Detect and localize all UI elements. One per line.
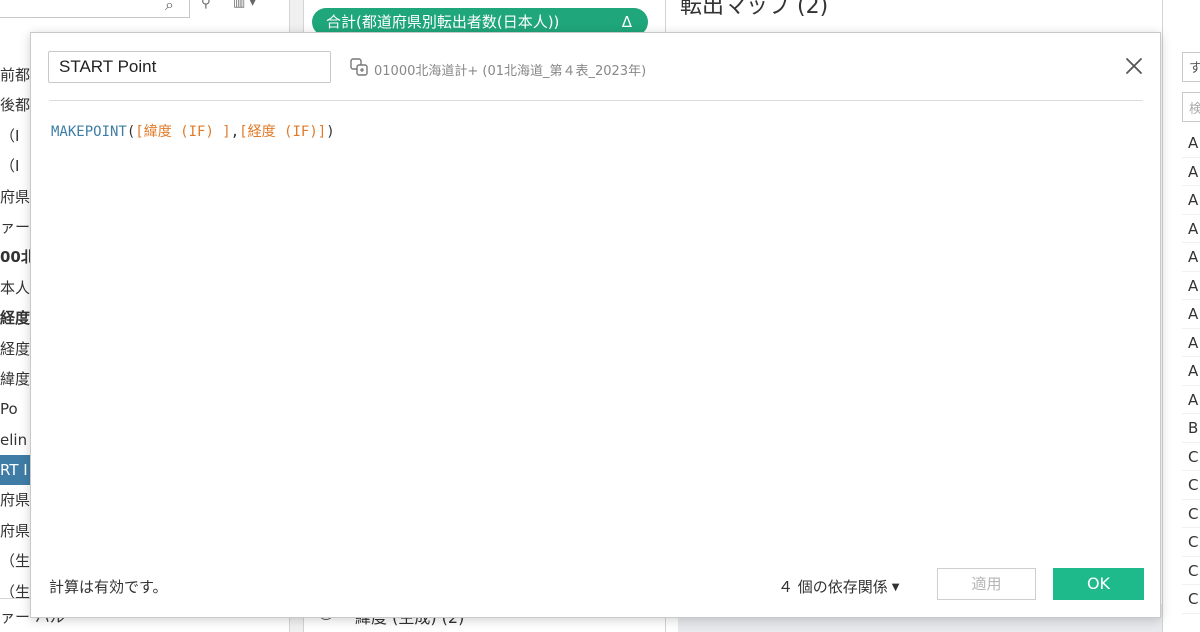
formula-field-latitude: [緯度 (IF) ] — [135, 124, 231, 140]
legend-item[interactable]: A — [1182, 329, 1200, 357]
formula-paren: ) — [326, 124, 335, 140]
legend-item[interactable]: A — [1182, 215, 1200, 243]
legend-item[interactable]: C — [1182, 528, 1200, 557]
data-pane-search-input[interactable] — [0, 0, 190, 18]
legend-search-input[interactable]: 検 — [1182, 92, 1200, 122]
legend-item[interactable]: C — [1182, 443, 1200, 471]
dependencies-dropdown[interactable]: ４ 個の依存関係 ▼ — [778, 576, 899, 597]
legend-item[interactable]: C — [1182, 471, 1200, 500]
measure-pill-label: 合計(都道府県別転出者数(日本人)) — [326, 13, 560, 31]
formula-function: MAKEPOINT — [51, 124, 127, 140]
datasource-icon — [350, 58, 368, 76]
datasource-label: 01000北海道計+ (01北海道_第４表_2023年) — [374, 64, 647, 79]
formula-editor[interactable]: MAKEPOINT([緯度 (IF) ],[経度 (IF)]) — [51, 121, 1141, 561]
formula-separator: , — [230, 124, 240, 140]
legend-item[interactable]: A — [1182, 300, 1200, 329]
legend-item[interactable]: A — [1182, 158, 1200, 186]
legend-item[interactable]: C — [1182, 585, 1200, 614]
legend-item[interactable]: A — [1182, 243, 1200, 272]
legend-item[interactable]: A — [1182, 357, 1200, 386]
legend-dropdown[interactable]: す — [1182, 52, 1200, 82]
view-options-icon[interactable]: ▥ ▾ — [233, 0, 256, 10]
filter-icon[interactable]: ⚲ — [201, 0, 211, 11]
dependencies-label: ４ 個の依存関係 — [778, 578, 888, 596]
legend-list: AAAAAAAAAABCCCCCC — [1182, 129, 1200, 614]
legend-item[interactable]: A — [1182, 386, 1200, 414]
legend-item[interactable]: C — [1182, 557, 1200, 585]
calculation-editor-dialog: START Point 01000北海道計+ (01北海道_第４表_2023年)… — [30, 32, 1161, 618]
legend-item[interactable]: C — [1182, 500, 1200, 528]
calculation-name-input[interactable]: START Point — [48, 51, 331, 83]
legend-item[interactable]: A — [1182, 272, 1200, 300]
legend-item[interactable]: A — [1182, 186, 1200, 215]
sheet-title: 転出マップ (2) — [680, 0, 829, 19]
apply-button[interactable]: 適用 — [937, 568, 1036, 600]
legend-item[interactable]: A — [1182, 129, 1200, 158]
legend-item[interactable]: B — [1182, 414, 1200, 443]
search-icon[interactable]: ⌕ — [165, 0, 174, 15]
ok-button[interactable]: OK — [1053, 568, 1144, 600]
validation-status: 計算は有効です。 — [49, 578, 168, 596]
divider — [49, 100, 1143, 101]
close-icon[interactable] — [1123, 55, 1145, 77]
caret-down-icon: ▼ — [891, 582, 900, 593]
formula-field-longitude: [経度 (IF)] — [239, 124, 327, 140]
